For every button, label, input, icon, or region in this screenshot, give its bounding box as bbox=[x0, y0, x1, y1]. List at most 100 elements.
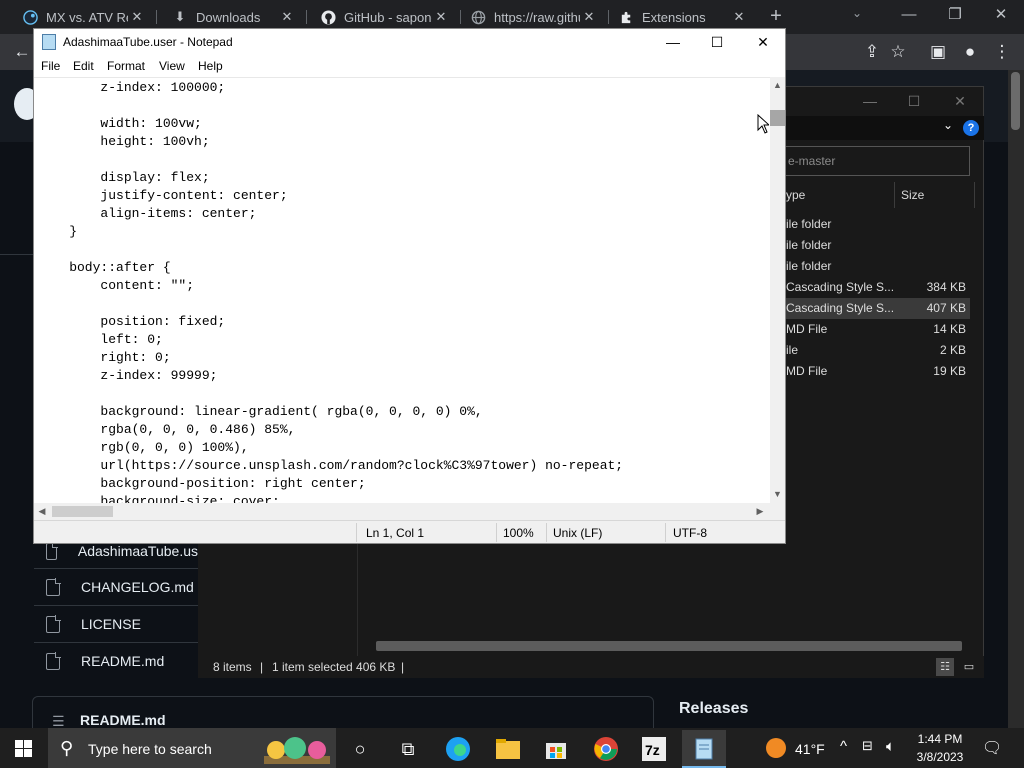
file-type: MD File bbox=[786, 364, 828, 378]
file-type: ile folder bbox=[786, 259, 832, 273]
code-line: z-index: 99999; bbox=[38, 368, 218, 383]
file-size: 19 KB bbox=[933, 364, 966, 378]
table-row[interactable]: ile folder bbox=[786, 235, 970, 256]
resize-grip-icon[interactable] bbox=[770, 503, 785, 520]
scroll-right-arrow-icon[interactable]: ▶ bbox=[754, 506, 766, 517]
close-icon[interactable]: ✕ bbox=[740, 29, 786, 55]
new-tab-button[interactable]: + bbox=[764, 5, 788, 29]
column-header-type[interactable]: ype bbox=[786, 188, 805, 202]
chrome-icon[interactable] bbox=[590, 733, 622, 765]
horizontal-scrollbar-thumb[interactable] bbox=[52, 506, 113, 517]
selection-info: 1 item selected 406 KB bbox=[272, 660, 396, 674]
scroll-up-arrow-icon[interactable]: ▲ bbox=[770, 80, 785, 90]
share-icon[interactable]: ⇪ bbox=[858, 38, 886, 66]
restore-icon[interactable]: ❐ bbox=[932, 4, 978, 28]
scroll-left-arrow-icon[interactable]: ◀ bbox=[36, 506, 48, 517]
explorer-scrollbar-thumb[interactable] bbox=[376, 641, 962, 651]
menu-view[interactable]: View bbox=[159, 59, 185, 73]
7zip-icon[interactable]: 7z bbox=[638, 733, 670, 765]
table-row[interactable]: ile 2 KB bbox=[786, 340, 970, 361]
page-scrollbar[interactable] bbox=[1008, 70, 1024, 728]
search-highlight-icon[interactable] bbox=[262, 732, 332, 768]
file-list-item[interactable]: LICENSE bbox=[34, 605, 198, 642]
column-divider[interactable] bbox=[894, 182, 895, 208]
table-row-selected[interactable]: Cascading Style S... 407 KB bbox=[786, 298, 970, 319]
back-arrow-icon[interactable]: ← bbox=[8, 38, 36, 66]
close-icon[interactable]: ✕ bbox=[938, 90, 982, 112]
maximize-icon[interactable]: ☐ bbox=[892, 90, 936, 112]
code-line: right: 0; bbox=[38, 350, 171, 365]
close-icon[interactable]: ✕ bbox=[730, 9, 748, 25]
close-icon[interactable]: ✕ bbox=[278, 9, 296, 25]
table-row[interactable]: ile folder bbox=[786, 214, 970, 235]
tab-search-chevron-icon[interactable]: ⌄ bbox=[852, 6, 862, 20]
close-icon[interactable]: ✕ bbox=[580, 9, 598, 25]
code-line: rgb(0, 0, 0) 100%), bbox=[38, 440, 249, 455]
menu-kebab-icon[interactable]: ⋮ bbox=[988, 38, 1016, 66]
search-placeholder: Type here to search bbox=[88, 741, 212, 757]
edge-icon[interactable] bbox=[442, 733, 474, 765]
page-scrollbar-thumb[interactable] bbox=[1011, 72, 1020, 130]
close-window-icon[interactable]: ✕ bbox=[978, 4, 1024, 28]
windows-logo-icon[interactable] bbox=[15, 740, 32, 757]
close-icon[interactable]: ✕ bbox=[432, 9, 450, 25]
profile-icon[interactable]: ● bbox=[956, 38, 984, 66]
notepad-icon[interactable] bbox=[688, 733, 720, 765]
file-list-item[interactable]: README.md bbox=[34, 642, 198, 679]
store-icon[interactable] bbox=[540, 733, 572, 765]
menu-format[interactable]: Format bbox=[107, 59, 145, 73]
tab-divider bbox=[306, 10, 307, 24]
temperature[interactable]: 41°F bbox=[795, 741, 825, 757]
horizontal-scrollbar[interactable] bbox=[34, 503, 770, 520]
readme-title[interactable]: README.md bbox=[80, 712, 166, 728]
weather-sun-icon[interactable] bbox=[766, 738, 786, 758]
menu-edit[interactable]: Edit bbox=[73, 59, 94, 73]
cortana-icon[interactable]: ○ bbox=[344, 733, 376, 765]
file-size: 2 KB bbox=[939, 343, 966, 357]
details-view-icon[interactable]: ☷ bbox=[936, 658, 954, 676]
minimize-icon[interactable]: — bbox=[650, 29, 696, 55]
column-divider[interactable] bbox=[974, 182, 975, 208]
scroll-down-arrow-icon[interactable]: ▼ bbox=[770, 489, 785, 499]
releases-heading[interactable]: Releases bbox=[679, 700, 748, 718]
file-list-item[interactable]: CHANGELOG.md bbox=[34, 568, 198, 605]
chevron-up-icon[interactable]: ^ bbox=[840, 738, 847, 755]
chevron-down-icon[interactable]: ⌄ bbox=[943, 118, 953, 132]
file-type: MD File bbox=[786, 322, 828, 336]
code-line: rgba(0, 0, 0, 0.486) 85%, bbox=[38, 422, 296, 437]
file-type: ile bbox=[786, 343, 799, 357]
file-name: LICENSE bbox=[81, 616, 141, 632]
clock-date[interactable]: 3/8/2023 bbox=[910, 750, 970, 764]
table-row[interactable]: Cascading Style S... 384 KB bbox=[786, 277, 970, 298]
large-icons-view-icon[interactable]: ▭ bbox=[960, 658, 978, 676]
network-icon[interactable]: ⊟ bbox=[862, 738, 873, 754]
explorer-search-input[interactable]: e-master bbox=[786, 146, 970, 176]
text-editor-area[interactable]: z-index: 100000; width: 100vw; height: 1… bbox=[34, 77, 770, 503]
file-explorer-icon[interactable] bbox=[492, 733, 524, 765]
status-divider bbox=[546, 523, 547, 542]
volume-icon[interactable]: 🔈︎ bbox=[886, 738, 895, 755]
table-row[interactable]: ile folder bbox=[786, 256, 970, 277]
explorer-nav-pane bbox=[198, 540, 358, 656]
menu-help[interactable]: Help bbox=[198, 59, 223, 73]
clock-time[interactable]: 1:44 PM bbox=[917, 732, 963, 746]
minimize-icon[interactable]: — bbox=[886, 4, 932, 28]
vertical-scrollbar-thumb[interactable] bbox=[770, 110, 785, 126]
side-panel-icon[interactable]: ▣ bbox=[924, 38, 952, 66]
task-view-icon[interactable]: ⧉ bbox=[392, 733, 424, 765]
table-row[interactable]: MD File 19 KB bbox=[786, 361, 970, 382]
menu-file[interactable]: File bbox=[41, 59, 60, 73]
code-line: } bbox=[38, 224, 78, 239]
table-row[interactable]: MD File 14 KB bbox=[786, 319, 970, 340]
tab-label: Extensions bbox=[642, 9, 706, 25]
vertical-scrollbar[interactable] bbox=[770, 77, 785, 503]
code-line: background-size: cover; bbox=[38, 494, 280, 503]
bookmark-star-icon[interactable]: ☆ bbox=[884, 38, 912, 66]
close-icon[interactable]: ✕ bbox=[128, 9, 146, 25]
column-header-size[interactable]: Size bbox=[901, 188, 924, 202]
maximize-icon[interactable]: ☐ bbox=[694, 29, 740, 55]
help-icon[interactable]: ? bbox=[963, 120, 979, 136]
minimize-icon[interactable]: — bbox=[848, 90, 892, 112]
notification-icon[interactable]: 🗨︎ bbox=[982, 738, 1002, 758]
file-name: README.md bbox=[81, 653, 165, 669]
